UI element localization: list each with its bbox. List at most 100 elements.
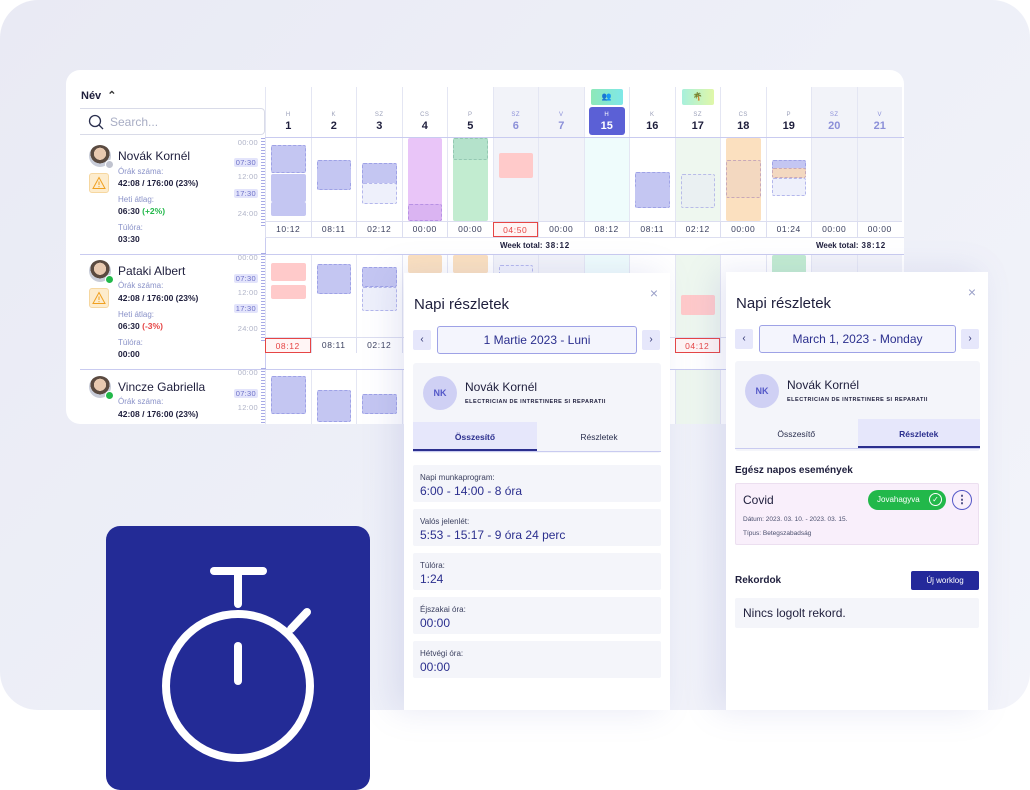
shift-block[interactable] (316, 264, 351, 294)
search-box[interactable] (80, 108, 265, 135)
day-header-19[interactable]: P 19 (765, 87, 812, 137)
day-cell[interactable] (674, 255, 720, 337)
daily-total[interactable]: 00:00 (401, 222, 448, 237)
shift-block[interactable] (407, 255, 442, 273)
day-cell[interactable] (856, 138, 902, 221)
day-cell[interactable] (265, 255, 311, 337)
day-cell[interactable] (310, 255, 357, 337)
daily-total[interactable]: 00:00 (720, 222, 766, 237)
daily-total[interactable]: 08:11 (629, 222, 675, 237)
daily-total[interactable]: 02:12 (356, 338, 402, 353)
date-selector[interactable]: March 1, 2023 - Monday (759, 325, 956, 353)
shift-block[interactable] (453, 255, 488, 273)
tab-summary[interactable]: Összesítő (413, 422, 537, 451)
employee-name[interactable]: Vincze Gabriella (118, 380, 205, 394)
shift-block[interactable] (726, 160, 761, 198)
shift-block[interactable] (271, 145, 306, 173)
team-event-icon[interactable]: 👥 (590, 89, 623, 105)
shift-block[interactable] (680, 174, 715, 208)
close-icon[interactable]: × (968, 284, 976, 300)
day-header-3[interactable]: SZ 3 (356, 87, 402, 137)
shift-block[interactable] (453, 138, 488, 160)
tab-summary[interactable]: Összesítő (735, 419, 858, 448)
day-header-20[interactable]: SZ 20 (811, 87, 857, 137)
day-cell[interactable] (310, 138, 357, 221)
daily-total[interactable]: 00:00 (811, 222, 857, 237)
day-cell[interactable] (492, 138, 538, 221)
daily-total[interactable]: 00:00 (856, 222, 903, 237)
prev-day-button[interactable]: ‹ (735, 329, 753, 349)
event-card[interactable]: Covid Jovahagyva ✓ ⋮ Dátum: 2023. 03. 10.… (735, 483, 979, 545)
day-cell[interactable] (629, 138, 675, 221)
day-cell[interactable] (265, 138, 311, 221)
shift-block[interactable] (362, 394, 397, 414)
date-selector[interactable]: 1 Martie 2023 - Luni (437, 326, 637, 354)
day-cell[interactable] (356, 138, 402, 221)
shift-block[interactable] (362, 267, 397, 287)
day-cell[interactable] (265, 370, 311, 424)
daily-total-alert[interactable]: 04:50 (492, 222, 538, 237)
day-header-17[interactable]: 🌴 SZ 17 (674, 87, 721, 137)
next-day-button[interactable]: › (961, 329, 979, 349)
daily-total[interactable]: 08:11 (310, 222, 357, 237)
tab-details[interactable]: Részletek (857, 419, 980, 448)
day-cell[interactable] (538, 138, 584, 221)
day-cell[interactable] (674, 138, 720, 221)
shift-block[interactable] (771, 168, 806, 178)
employee-name[interactable]: Pataki Albert (118, 264, 185, 278)
day-header-6[interactable]: SZ 6 (492, 87, 538, 137)
day-cell[interactable] (447, 138, 493, 221)
day-header-15[interactable]: 👥 H 15 (583, 87, 630, 137)
shift-block[interactable] (316, 390, 351, 422)
shift-block[interactable] (271, 263, 306, 281)
day-cell[interactable] (356, 370, 402, 424)
shift-block[interactable] (635, 186, 670, 202)
shift-block[interactable] (316, 168, 351, 182)
tab-details[interactable]: Részletek (537, 422, 661, 451)
name-column-header[interactable]: Név ⌃ (81, 90, 116, 102)
day-cell[interactable] (310, 370, 357, 424)
prev-day-button[interactable]: ‹ (413, 330, 431, 350)
daily-total[interactable]: 08:11 (310, 338, 357, 353)
day-header-18[interactable]: CS 18 (720, 87, 766, 137)
daily-total-alert[interactable]: 08:12 (265, 338, 311, 353)
new-worklog-button[interactable]: Új worklog (911, 571, 979, 590)
day-header-4[interactable]: CS 4 (401, 87, 448, 137)
daily-total[interactable]: 00:00 (538, 222, 584, 237)
day-header-21[interactable]: V 21 (856, 87, 902, 137)
daily-total[interactable]: 02:12 (674, 222, 721, 237)
day-header-5[interactable]: P5 (447, 87, 493, 137)
next-day-button[interactable]: › (642, 330, 660, 350)
day-cell[interactable] (720, 138, 766, 221)
close-icon[interactable]: × (650, 285, 658, 301)
day-cell[interactable] (811, 138, 857, 221)
day-header-1[interactable]: H1 (265, 87, 311, 137)
day-cell[interactable] (583, 138, 629, 221)
shift-block[interactable] (771, 178, 806, 196)
daily-total-alert[interactable]: 04:12 (674, 338, 720, 353)
day-header-16[interactable]: K 16 (629, 87, 675, 137)
warning-icon[interactable] (89, 173, 109, 193)
daily-total[interactable]: 08:12 (583, 222, 630, 237)
shift-block[interactable] (407, 204, 442, 221)
vacation-palm-icon[interactable]: 🌴 (681, 89, 714, 105)
search-input[interactable] (110, 114, 250, 129)
shift-block[interactable] (271, 202, 306, 216)
day-header-2[interactable]: K2 (310, 87, 357, 137)
sort-icon[interactable]: ⌃ (107, 90, 116, 102)
daily-total[interactable]: 00:00 (447, 222, 493, 237)
shift-block[interactable] (362, 287, 397, 311)
shift-block[interactable] (271, 376, 306, 414)
shift-block[interactable] (362, 183, 397, 204)
daily-total[interactable]: 02:12 (356, 222, 402, 237)
daily-total[interactable]: 10:12 (265, 222, 311, 237)
day-cell[interactable] (765, 138, 812, 221)
warning-icon[interactable] (89, 288, 109, 308)
day-header-7[interactable]: V7 (538, 87, 584, 137)
more-options-icon[interactable]: ⋮ (952, 490, 972, 510)
shift-block[interactable] (271, 174, 306, 202)
shift-block[interactable] (271, 285, 306, 299)
day-cell[interactable] (674, 370, 720, 424)
daily-total[interactable]: 01:24 (765, 222, 812, 237)
employee-name[interactable]: Novák Kornél (118, 149, 190, 163)
